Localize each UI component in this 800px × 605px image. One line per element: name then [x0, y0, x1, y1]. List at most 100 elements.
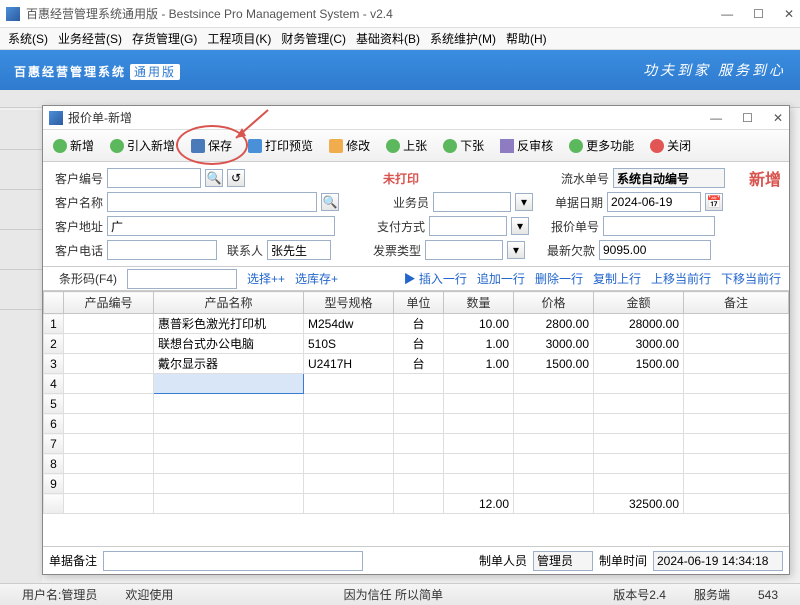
- save-button[interactable]: 保存: [185, 134, 238, 157]
- menu-finance[interactable]: 财务管理(C): [277, 28, 350, 49]
- select-pp-link[interactable]: 选择++: [247, 270, 285, 287]
- menu-project[interactable]: 工程项目(K): [203, 28, 275, 49]
- invoice-type-input[interactable]: [425, 240, 503, 260]
- dialog-maximize-button[interactable]: ☐: [742, 111, 753, 125]
- dialog-close-button[interactable]: ✕: [773, 111, 783, 125]
- total-qty: 12.00: [444, 494, 514, 514]
- sales-dropdown-button[interactable]: ▾: [515, 193, 533, 211]
- col-unit[interactable]: 单位: [394, 292, 444, 314]
- table-row[interactable]: 1惠普彩色激光打印机M254dw台10.002800.0028000.00: [44, 314, 789, 334]
- move-down-link[interactable]: 下移当前行: [721, 270, 781, 287]
- sales-label: 业务员: [377, 194, 429, 211]
- status-version: 版本号2.4: [599, 586, 680, 603]
- main-window-title: 百惠经营管理系统通用版 - Bestsince Pro Management S…: [26, 5, 721, 22]
- quote-dialog: 报价单-新增 — ☐ ✕ 新增 引入新增 保存 打印预览 修改 上张 下张 反审…: [42, 105, 790, 575]
- maketime-input: [653, 551, 783, 571]
- table-row[interactable]: 5: [44, 394, 789, 414]
- close-toolbar-button[interactable]: 关闭: [644, 134, 697, 157]
- maximize-button[interactable]: ☐: [753, 7, 764, 21]
- col-price[interactable]: 价格: [514, 292, 594, 314]
- side-button[interactable]: [0, 230, 42, 270]
- form-area: 客户编号 🔍 ↺ 未打印 流水单号 新增 客户名称 🔍 业务员 ▾ 单据日期 📅…: [43, 162, 789, 267]
- menu-maintain[interactable]: 系统维护(M): [426, 28, 500, 49]
- banner-title: 百惠经营管理系统: [14, 65, 126, 79]
- rownum-header: [44, 292, 64, 314]
- status-trust: 因为信任 所以简单: [187, 586, 599, 603]
- main-titlebar: 百惠经营管理系统通用版 - Bestsince Pro Management S…: [0, 0, 800, 28]
- table-row[interactable]: 4: [44, 374, 789, 394]
- dialog-minimize-button[interactable]: —: [710, 111, 722, 125]
- bill-date-input[interactable]: [607, 192, 701, 212]
- menu-inventory[interactable]: 存货管理(G): [128, 28, 201, 49]
- side-button[interactable]: [0, 150, 42, 190]
- new-button[interactable]: 新增: [47, 134, 100, 157]
- cust-name-lookup-button[interactable]: 🔍: [321, 193, 339, 211]
- unapprove-button[interactable]: 反审核: [494, 134, 559, 157]
- table-row[interactable]: 3戴尔显示器U2417H台1.001500.001500.00: [44, 354, 789, 374]
- side-button[interactable]: [0, 190, 42, 230]
- table-row[interactable]: 7: [44, 434, 789, 454]
- serial-label: 流水单号: [557, 170, 609, 187]
- date-picker-button[interactable]: 📅: [705, 193, 723, 211]
- copy-up-link[interactable]: 复制上行: [593, 270, 641, 287]
- menu-help[interactable]: 帮助(H): [502, 28, 551, 49]
- close-icon: [650, 139, 664, 153]
- remark-input[interactable]: [103, 551, 363, 571]
- move-up-link[interactable]: 上移当前行: [651, 270, 711, 287]
- barcode-link-row: 条形码(F4) 选择++ 选库存+ ▶ 插入一行 追加一行 删除一行 复制上行 …: [43, 267, 789, 291]
- col-name[interactable]: 产品名称: [154, 292, 304, 314]
- contact-input[interactable]: [267, 240, 331, 260]
- cust-no-clear-button[interactable]: ↺: [227, 169, 245, 187]
- dialog-logo-icon: [49, 111, 63, 125]
- table-row[interactable]: 9: [44, 474, 789, 494]
- statusbar: 用户名:管理员 欢迎使用 因为信任 所以简单 版本号2.4 服务端 543: [0, 583, 800, 605]
- table-row[interactable]: 8: [44, 454, 789, 474]
- side-toolbar: [0, 110, 42, 583]
- append-row-link[interactable]: 追加一行: [477, 270, 525, 287]
- pay-method-dropdown-button[interactable]: ▾: [511, 217, 529, 235]
- banner-subtitle: 通用版: [130, 64, 180, 80]
- cust-no-input[interactable]: [107, 168, 201, 188]
- col-amount[interactable]: 金额: [594, 292, 684, 314]
- barcode-input[interactable]: [127, 269, 237, 289]
- close-button[interactable]: ✕: [784, 7, 794, 21]
- invoice-type-dropdown-button[interactable]: ▾: [507, 241, 525, 259]
- quote-no-input[interactable]: [603, 216, 715, 236]
- menu-business[interactable]: 业务经营(S): [54, 28, 126, 49]
- cust-tel-input[interactable]: [107, 240, 217, 260]
- select-stock-link[interactable]: 选库存+: [295, 270, 338, 287]
- delete-row-link[interactable]: 删除一行: [535, 270, 583, 287]
- menu-basedata[interactable]: 基础资料(B): [352, 28, 424, 49]
- col-remark[interactable]: 备注: [684, 292, 789, 314]
- unprinted-status: 未打印: [383, 170, 419, 187]
- sales-input[interactable]: [433, 192, 511, 212]
- last-arrears-input[interactable]: [599, 240, 711, 260]
- print-preview-button[interactable]: 打印预览: [242, 134, 319, 157]
- insert-row-link[interactable]: ▶ 插入一行: [404, 270, 467, 287]
- next-button[interactable]: 下张: [437, 134, 490, 157]
- menu-system[interactable]: 系统(S): [4, 28, 52, 49]
- cust-no-lookup-button[interactable]: 🔍: [205, 169, 223, 187]
- minimize-button[interactable]: —: [721, 7, 733, 21]
- prev-button[interactable]: 上张: [380, 134, 433, 157]
- pay-method-input[interactable]: [429, 216, 507, 236]
- col-spec[interactable]: 型号规格: [304, 292, 394, 314]
- more-button[interactable]: 更多功能: [563, 134, 640, 157]
- pay-method-label: 支付方式: [373, 218, 425, 235]
- table-row[interactable]: 2联想台式办公电脑510S台1.003000.003000.00: [44, 334, 789, 354]
- col-code[interactable]: 产品编号: [64, 292, 154, 314]
- table-row[interactable]: 6: [44, 414, 789, 434]
- print-icon: [248, 139, 262, 153]
- cust-name-input[interactable]: [107, 192, 317, 212]
- barcode-label: 条形码(F4): [51, 270, 117, 287]
- edit-icon: [329, 139, 343, 153]
- dialog-titlebar: 报价单-新增 — ☐ ✕: [43, 106, 789, 130]
- side-button[interactable]: [0, 270, 42, 310]
- items-grid[interactable]: 产品编号 产品名称 型号规格 单位 数量 价格 金额 备注 1惠普彩色激光打印机…: [43, 291, 789, 546]
- modify-button[interactable]: 修改: [323, 134, 376, 157]
- col-qty[interactable]: 数量: [444, 292, 514, 314]
- cust-no-label: 客户编号: [51, 170, 103, 187]
- cust-addr-input[interactable]: [107, 216, 335, 236]
- copy-new-button[interactable]: 引入新增: [104, 134, 181, 157]
- side-button[interactable]: [0, 110, 42, 150]
